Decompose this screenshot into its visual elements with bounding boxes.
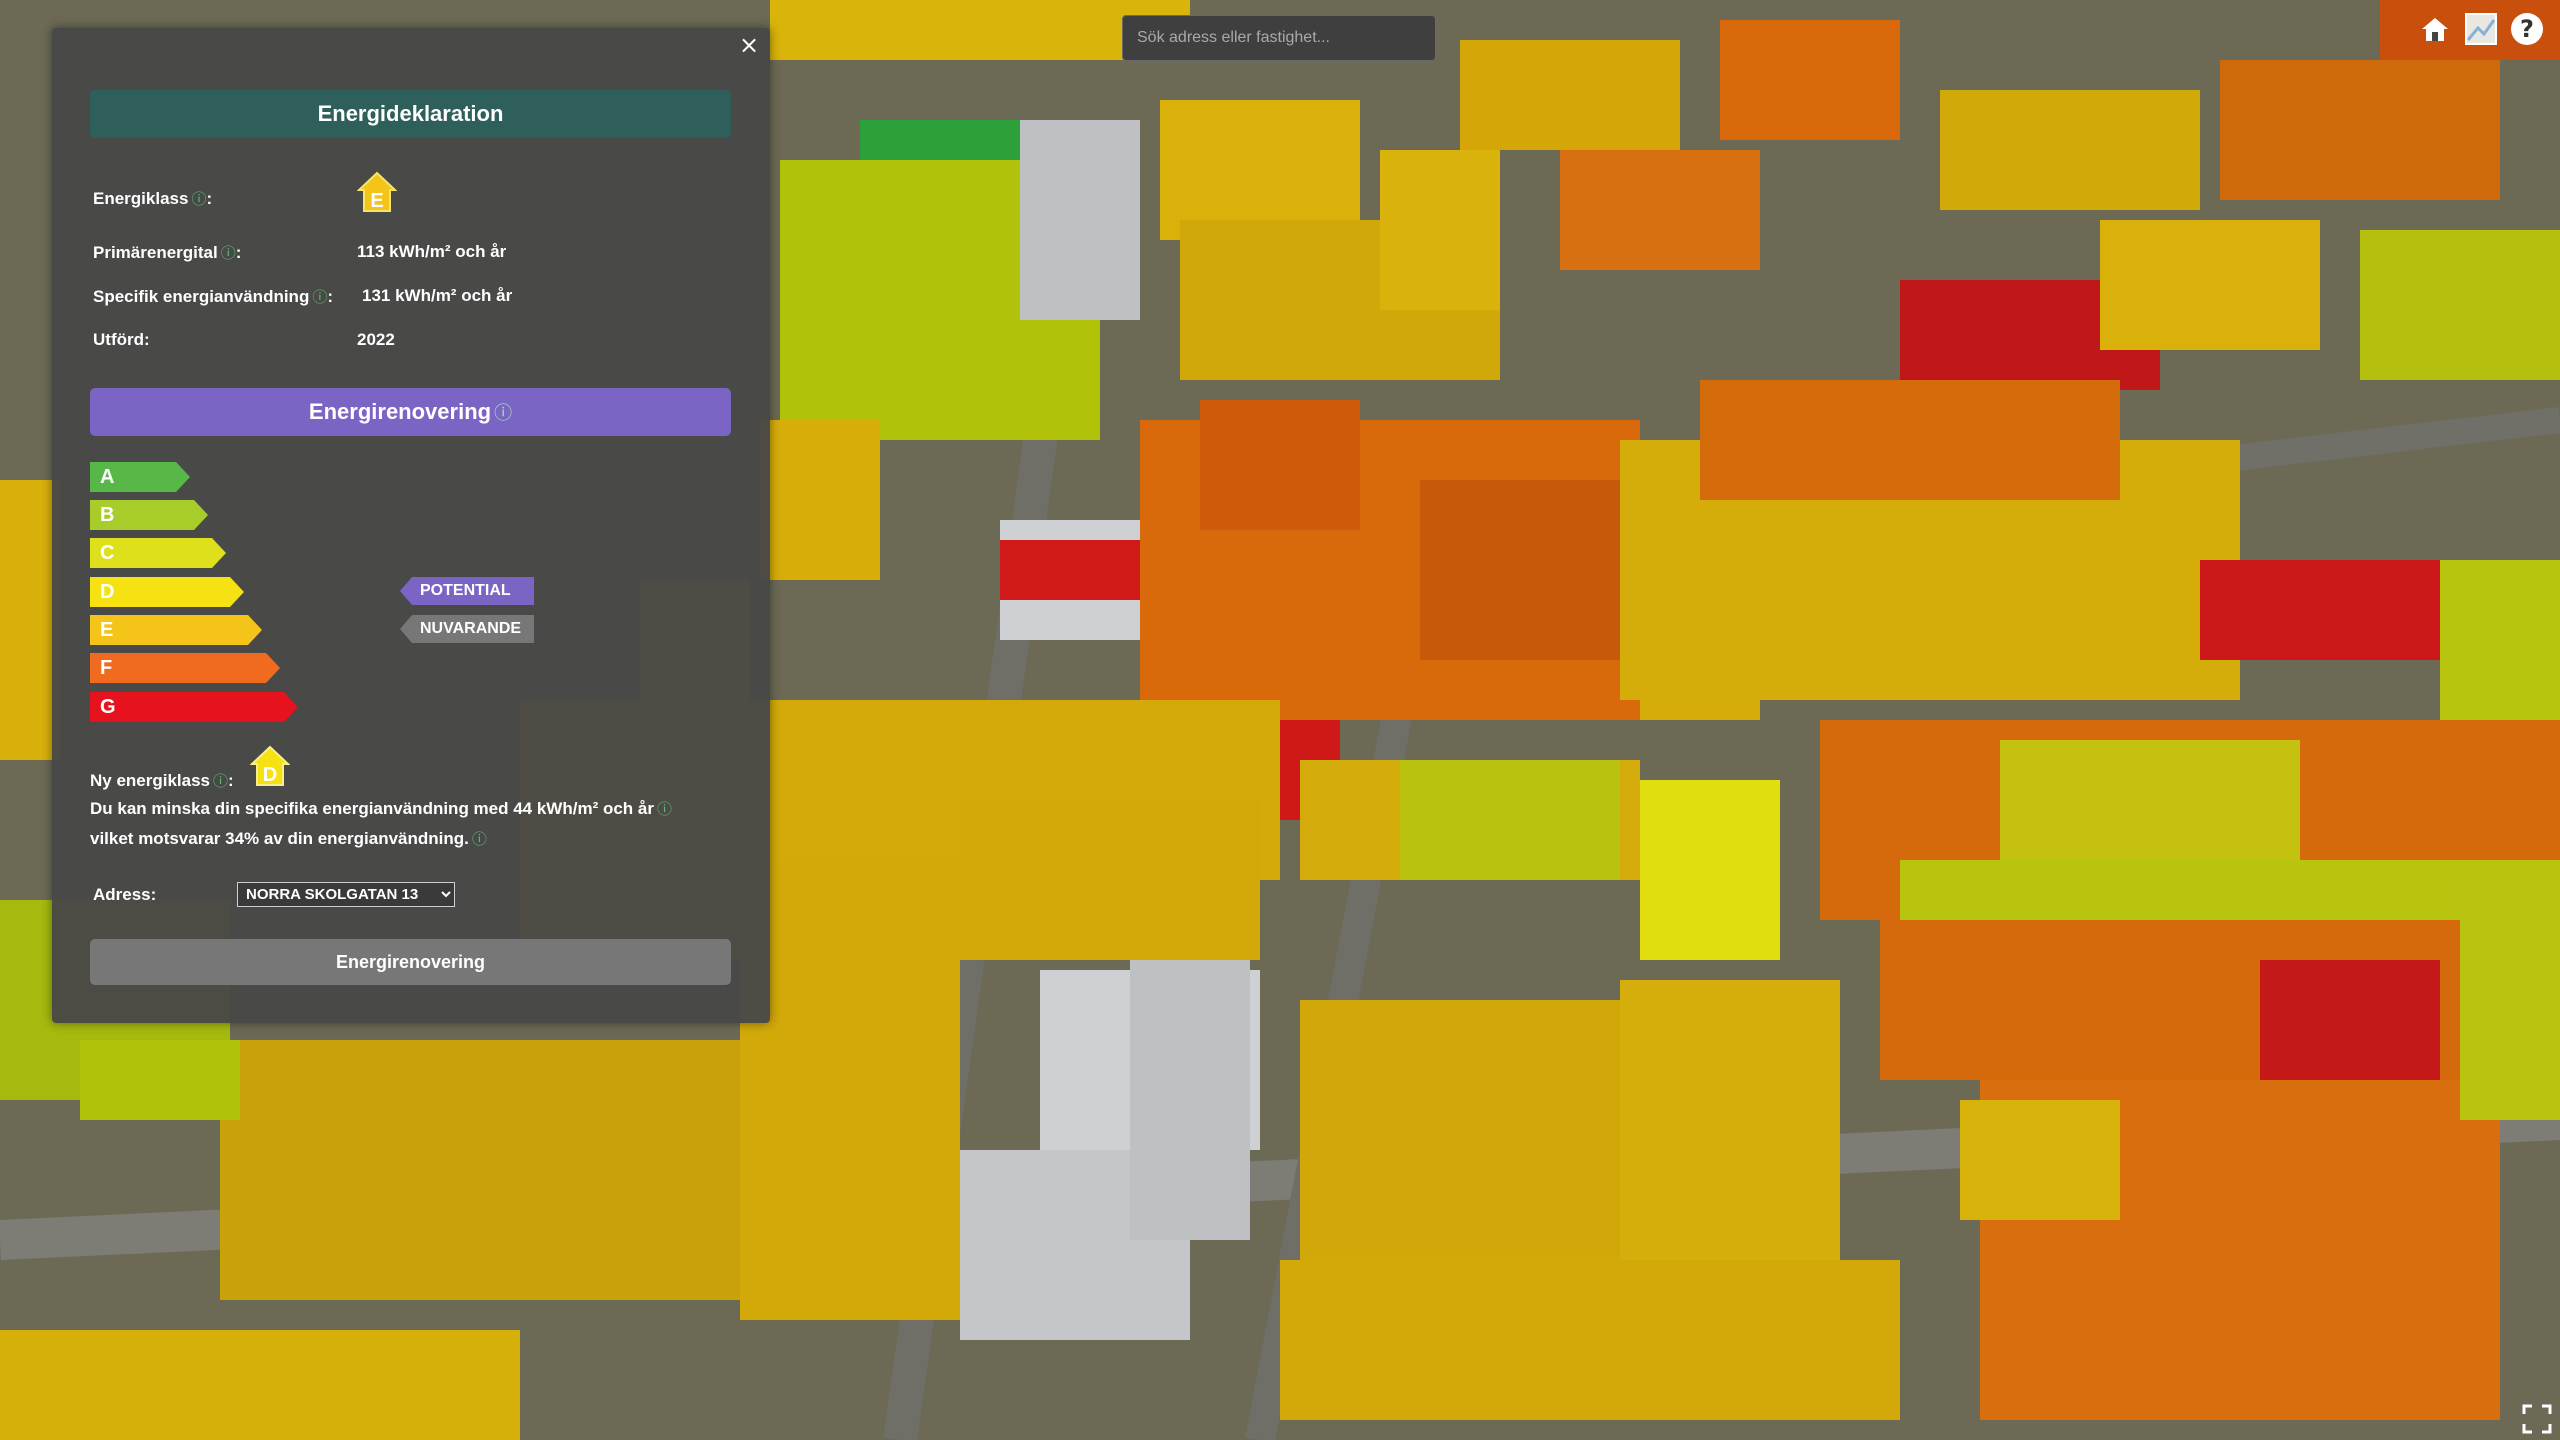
- info-icon[interactable]: ⓘ: [221, 245, 236, 262]
- svg-text:?: ?: [2520, 15, 2534, 43]
- home-icon: [2422, 18, 2448, 41]
- info-icon[interactable]: ⓘ: [191, 191, 206, 208]
- performed-label: Utförd:: [93, 330, 150, 349]
- energy-renovation-button[interactable]: Energirenovering: [90, 939, 731, 985]
- search-input[interactable]: [1122, 15, 1436, 61]
- new-class-row: Ny energiklass ⓘ:: [90, 771, 234, 790]
- energy-class-label-row: Energiklass ⓘ:: [93, 189, 213, 208]
- specific-use-value: 131 kWh/m² och år: [362, 286, 513, 305]
- potential-marker: POTENTIAL: [400, 577, 534, 605]
- saving-percent-text: vilket motsvarar 34% av din energianvänd…: [90, 829, 487, 848]
- class-bar-b: B: [90, 500, 208, 530]
- class-bar-g: G: [90, 692, 298, 722]
- info-icon[interactable]: ⓘ: [494, 399, 512, 425]
- home-button[interactable]: [2414, 8, 2456, 50]
- class-bar-d: D: [90, 577, 244, 607]
- class-bar-e: E: [90, 615, 262, 645]
- energy-class-value: E: [370, 190, 383, 212]
- fullscreen-icon: [2522, 1404, 2552, 1434]
- energy-panel: × Energideklaration Energiklass ⓘ: E Prim…: [52, 28, 770, 1023]
- class-bar-c: C: [90, 538, 226, 568]
- specific-use-row: Specifik energianvändning ⓘ:: [93, 287, 334, 306]
- basemap-button[interactable]: [2460, 8, 2502, 50]
- close-button[interactable]: ×: [734, 30, 764, 60]
- declaration-header: Energideklaration: [90, 90, 731, 138]
- address-label: Adress:: [93, 885, 157, 904]
- saving-text: Du kan minska din specifika energianvänd…: [90, 799, 672, 818]
- current-marker: NUVARANDE: [400, 615, 534, 643]
- energy-class-house-icon: E: [357, 171, 397, 212]
- info-icon[interactable]: ⓘ: [312, 289, 327, 306]
- primary-energy-value: 113 kWh/m² och år: [357, 242, 507, 261]
- info-icon[interactable]: ⓘ: [213, 773, 228, 790]
- help-icon: ?: [2511, 13, 2543, 45]
- info-icon[interactable]: ⓘ: [657, 801, 672, 818]
- info-icon[interactable]: ⓘ: [472, 831, 487, 848]
- energy-class-label: Energiklass: [93, 189, 189, 208]
- renovation-header: Energirenovering ⓘ: [90, 388, 731, 436]
- basemap-icon: [2465, 13, 2497, 45]
- fullscreen-button[interactable]: [2516, 1398, 2558, 1440]
- new-class-value: D: [263, 764, 277, 786]
- help-button[interactable]: ?: [2506, 8, 2548, 50]
- new-class-house-icon: D: [250, 745, 290, 786]
- primary-energy-row: Primärenergital ⓘ:: [93, 243, 242, 262]
- class-bar-a: A: [90, 462, 190, 492]
- class-bar-f: F: [90, 653, 280, 683]
- address-select[interactable]: NORRA SKOLGATAN 13: [237, 882, 455, 907]
- performed-value: 2022: [357, 330, 395, 349]
